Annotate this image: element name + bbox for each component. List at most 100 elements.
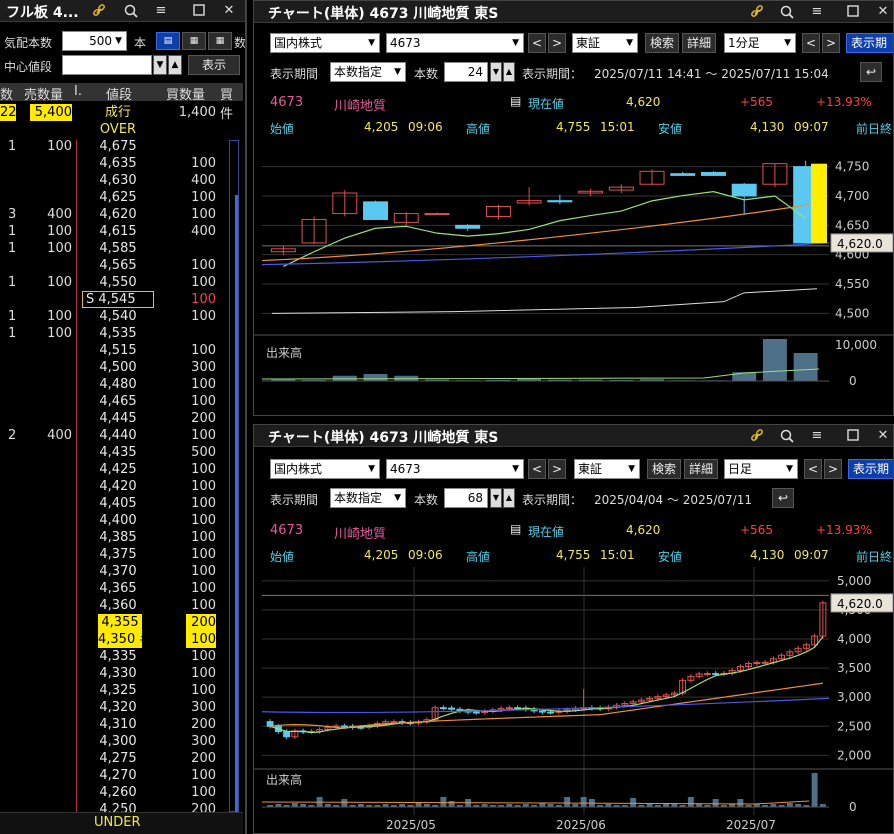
orderbook-row[interactable]: 4,405 100 — [0, 495, 243, 512]
orderbook-row[interactable]: 4,330 100 — [0, 665, 243, 682]
orderbook-row[interactable]: 4,445 200 — [0, 410, 243, 427]
next-code-button[interactable]: > — [548, 459, 566, 479]
maximize-icon[interactable] — [844, 3, 862, 21]
orderbook-row[interactable]: S 4,545 100 — [0, 291, 243, 308]
orderbook-row[interactable]: 4,270 100 — [0, 767, 243, 784]
orderbook-row[interactable]: 4,355 200 — [0, 614, 243, 631]
code-input[interactable]: 4673 ▼ — [386, 459, 524, 479]
orderbook-row[interactable]: 4,275 200 — [0, 750, 243, 767]
search-button[interactable]: 検索 — [647, 459, 681, 479]
orderbook-row[interactable]: 4,260 100 — [0, 784, 243, 801]
link-icon[interactable] — [748, 3, 766, 21]
exchange-select[interactable]: 東証 ▼ — [572, 33, 638, 53]
orderbook-row[interactable]: 4,515 100 — [0, 342, 243, 359]
orderbook-row[interactable]: 3 400 4,620 100 — [0, 206, 243, 223]
orderbook-scroll-thumb[interactable] — [235, 195, 238, 815]
next-code-button[interactable]: > — [548, 33, 566, 53]
link-icon[interactable] — [748, 427, 766, 445]
center-price-dropdown[interactable]: ▼ — [153, 55, 167, 75]
search-icon[interactable] — [778, 3, 796, 21]
qty-select[interactable]: 500 ▼ — [62, 31, 127, 51]
search-icon[interactable] — [778, 427, 796, 445]
prev-code-button[interactable]: < — [528, 459, 546, 479]
count-down-button[interactable]: ▼ — [490, 488, 502, 508]
orderbook-row[interactable]: 4,370 100 — [0, 563, 243, 580]
orderbook-row[interactable]: 4,500 300 — [0, 359, 243, 376]
detail-button[interactable]: 詳細 — [682, 33, 716, 53]
orderbook-row[interactable]: 1 100 4,675 — [0, 138, 243, 155]
chart1-titlebar[interactable]: チャート(単体) 4673 川崎地質 東S ≡ ✕ — [254, 1, 893, 23]
orderbook-row[interactable]: 4,375 100 — [0, 546, 243, 563]
market-select[interactable]: 国内株式 ▼ — [270, 33, 380, 53]
orderbook-titlebar[interactable]: フル板 4... ≡ ✕ — [0, 0, 245, 22]
count-down-button[interactable]: ▼ — [490, 62, 502, 82]
show-period-button[interactable]: 表示期 — [846, 33, 893, 53]
orderbook-row[interactable]: 4,420 100 — [0, 478, 243, 495]
orderbook-row[interactable]: 4,350 # 100 — [0, 631, 243, 648]
orderbook-row[interactable]: 4,465 100 — [0, 393, 243, 410]
orderbook-row[interactable]: 1 100 4,585 — [0, 240, 243, 257]
period-mode-select[interactable]: 本数指定 ▼ — [330, 62, 406, 82]
layout-c-button[interactable]: ▦ — [208, 32, 232, 50]
close-icon[interactable]: ✕ — [874, 3, 892, 21]
menu-icon[interactable]: ≡ — [808, 3, 826, 21]
layout-b-button[interactable]: ▦ — [182, 32, 206, 50]
search-button[interactable]: 検索 — [645, 33, 679, 53]
center-price-input[interactable] — [62, 55, 152, 75]
next-interval-button[interactable]: > — [822, 33, 840, 53]
detail-button[interactable]: 詳細 — [684, 459, 718, 479]
orderbook-row[interactable]: 4,435 500 — [0, 444, 243, 461]
count-up-button[interactable]: ▲ — [503, 62, 515, 82]
market-select[interactable]: 国内株式 ▼ — [270, 459, 380, 479]
close-icon[interactable]: ✕ — [874, 427, 892, 445]
orderbook-row[interactable]: 1 100 4,540 100 — [0, 308, 243, 325]
interval-select[interactable]: 日足 ▼ — [724, 459, 798, 479]
code-input[interactable]: 4673 ▼ — [386, 33, 524, 53]
next-interval-button[interactable]: > — [824, 459, 842, 479]
market-order-row[interactable]: 22 5,400 成行 1,400 — [0, 104, 243, 121]
orderbook-row[interactable]: 2 400 4,440 100 — [0, 427, 243, 444]
reset-icon[interactable]: ↩ — [860, 62, 882, 82]
orderbook-row[interactable]: 4,335 100 — [0, 648, 243, 665]
period-mode-select[interactable]: 本数指定 ▼ — [330, 488, 406, 508]
orderbook-row[interactable]: 4,360 100 — [0, 597, 243, 614]
orderbook-row[interactable]: 4,425 100 — [0, 461, 243, 478]
orderbook-row[interactable]: 4,300 300 — [0, 733, 243, 750]
chart2-titlebar[interactable]: チャート(単体) 4673 川崎地質 東S ≡ ✕ — [254, 425, 893, 447]
layout-a-button[interactable]: ▤ — [156, 32, 180, 50]
interval-select[interactable]: 1分足 ▼ — [724, 33, 796, 53]
prev-code-button[interactable]: < — [528, 33, 546, 53]
orderbook-row[interactable]: 4,635 100 — [0, 155, 243, 172]
orderbook-row[interactable]: 4,385 100 — [0, 529, 243, 546]
show-period-button[interactable]: 表示期 — [848, 459, 893, 479]
orderbook-row[interactable]: 4,365 100 — [0, 580, 243, 597]
chart2-plot[interactable]: 5,0004,5004,0003,5003,0002,5002,0002025/… — [254, 567, 894, 833]
display-button[interactable]: 表示 — [188, 55, 240, 75]
count-input[interactable]: 24 — [444, 62, 488, 82]
prev-interval-button[interactable]: < — [804, 459, 822, 479]
orderbook-row[interactable]: 4,320 300 — [0, 699, 243, 716]
maximize-icon[interactable] — [844, 427, 862, 445]
maximize-icon[interactable] — [190, 2, 208, 20]
orderbook-row[interactable]: 4,630 400 — [0, 172, 243, 189]
close-icon[interactable]: ✕ — [220, 2, 238, 20]
exchange-select[interactable]: 東証 ▼ — [574, 459, 640, 479]
center-price-up[interactable]: ▲ — [168, 55, 182, 75]
prev-interval-button[interactable]: < — [802, 33, 820, 53]
orderbook-row[interactable]: 4,480 100 — [0, 376, 243, 393]
orderbook-row[interactable]: 4,400 100 — [0, 512, 243, 529]
orderbook-row[interactable]: 1 100 4,550 100 — [0, 274, 243, 291]
menu-icon[interactable]: ≡ — [152, 2, 170, 20]
count-up-button[interactable]: ▲ — [503, 488, 515, 508]
orderbook-row[interactable]: 4,325 100 — [0, 682, 243, 699]
search-icon[interactable] — [122, 2, 140, 20]
chart1-plot[interactable]: 4,7504,7004,6504,6004,5504,5004,620.010,… — [254, 141, 894, 387]
reset-icon[interactable]: ↩ — [772, 488, 794, 508]
link-icon[interactable] — [90, 2, 108, 20]
orderbook-row[interactable]: 4,625 100 — [0, 189, 243, 206]
count-input[interactable]: 68 — [444, 488, 488, 508]
orderbook-row[interactable]: 1 100 4,535 — [0, 325, 243, 342]
orderbook-row[interactable]: 4,310 200 — [0, 716, 243, 733]
menu-icon[interactable]: ≡ — [808, 427, 826, 445]
orderbook-row[interactable]: 1 100 4,615 400 — [0, 223, 243, 240]
